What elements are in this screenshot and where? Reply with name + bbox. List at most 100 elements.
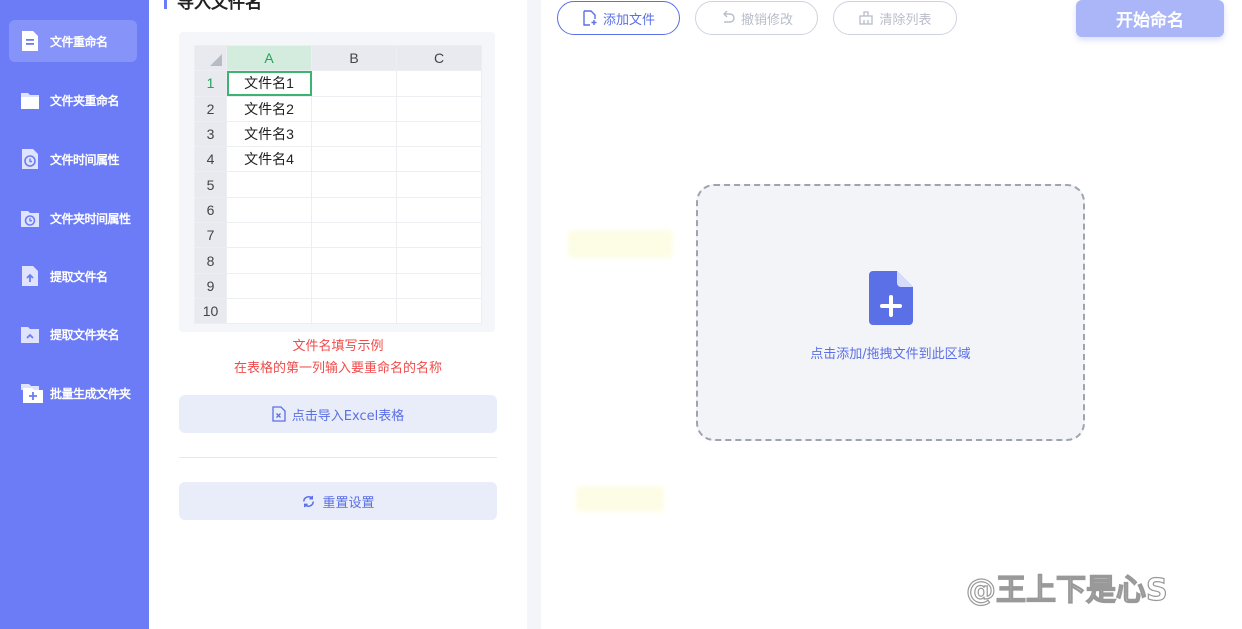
row-number: 6 [194,196,227,224]
watermark: @王上下是心S [965,572,1168,608]
sheet-cell [311,70,397,97]
sidebar-item-folder-time[interactable]: 文件夹时间属性 [9,197,137,239]
sheet-cell [226,196,312,224]
sidebar-item-folder-rename[interactable]: 文件夹重命名 [9,79,137,121]
sheet-cell [311,120,397,148]
row-number: 9 [194,272,227,299]
file-drop-zone[interactable]: 点击添加/拖拽文件到此区域 [696,184,1085,441]
reset-settings-label: 重置设置 [322,495,375,511]
sheet-cell: 文件名1 [226,70,312,97]
sidebar-item-label: 提取文件名 [50,269,108,284]
row-number: 4 [194,146,227,173]
sidebar-item-extract-foldername[interactable]: 提取文件夹名 [9,313,137,355]
table-row: 8 [194,247,482,274]
row-number: 5 [194,171,227,198]
blurred-region [576,486,664,512]
folder-clock-icon [21,211,39,227]
start-rename-button[interactable]: 开始命名 [1076,0,1224,37]
row-number: 8 [194,247,227,274]
sheet-cell [396,247,482,274]
sheet-table: A B C 1 文件名1 2 文件名2 3 文件名3 4 文件名4 5 6 7 … [194,44,482,325]
drop-zone-hint: 点击添加/拖拽文件到此区域 [810,347,971,362]
table-row: 1 文件名1 [194,70,482,97]
sheet-cell [396,272,482,299]
sheet-cell [396,196,482,224]
sidebar-item-label: 文件夹重命名 [50,93,120,108]
row-number: 7 [194,222,227,249]
file-add-icon [869,271,913,325]
folder-upload-icon [21,327,39,343]
table-row: 10 [194,297,482,325]
sheet-cell [226,297,312,325]
add-file-button[interactable]: 添加文件 [557,1,680,35]
sheet-cell: 文件名3 [226,120,312,148]
clear-list-button[interactable]: 清除列表 [833,1,957,35]
undo-changes-label: 撤销修改 [740,12,793,28]
table-row: 7 [194,222,482,249]
sheet-cell [311,247,397,274]
sheet-cell [396,70,482,97]
table-row: 6 [194,196,482,224]
row-number: 3 [194,120,227,148]
sidebar-item-label: 文件时间属性 [50,152,120,167]
undo-changes-button[interactable]: 撤销修改 [695,1,818,35]
hint-title: 文件名填写示例 [292,339,384,354]
table-row: 9 [194,272,482,299]
sheet-cell [311,95,397,122]
excel-file-icon [272,406,286,422]
sheet-cell [311,146,397,173]
sheet-cell [396,171,482,198]
sheet-cell [311,222,397,249]
sidebar-item-file-rename[interactable]: 文件重命名 [9,20,137,62]
sheet-cell [226,222,312,249]
document-icon [22,31,38,51]
hint-description: 在表格的第一列输入要重命名的名称 [233,361,442,376]
import-excel-label: 点击导入Excel表格 [291,408,405,424]
refresh-icon [303,495,315,507]
file-upload-icon [22,266,38,286]
file-clock-icon [22,149,38,169]
sidebar-item-label: 文件夹时间属性 [50,211,131,226]
column-header: B [311,44,397,72]
sidebar: 文件重命名 文件夹重命名 文件时间属性 文件夹时间属性 提取文件名 提取文件夹名… [0,0,149,629]
file-list-area: 添加文件 撤销修改 清除列表 开始命名 点击添加/拖拽文件到此区域 @王上下是心… [541,0,1242,629]
row-number: 1 [194,70,227,97]
sheet-cell [396,297,482,325]
sheet-cell [311,272,397,299]
sheet-cell: 文件名2 [226,95,312,122]
table-row: 2 文件名2 [194,95,482,122]
sidebar-item-batch-folders[interactable]: 批量生成文件夹 [9,372,137,414]
import-excel-button[interactable]: 点击导入Excel表格 [179,395,497,433]
table-row: 4 文件名4 [194,146,482,173]
clear-list-label: 清除列表 [879,12,932,28]
clear-list-icon [859,11,874,25]
folder-icon [21,93,39,109]
section-title: 导入文件名 [164,0,262,13]
sheet-header-row: A B C [194,44,482,72]
import-panel: 导入文件名 A B C 1 文件名1 2 文件名2 3 文件名3 4 文件名4 … [149,0,527,629]
sidebar-item-label: 文件重命名 [50,34,108,49]
row-number: 2 [194,95,227,122]
add-file-label: 添加文件 [602,12,655,28]
column-header: A [226,44,312,72]
sheet-cell [396,95,482,122]
sheet-cell [226,171,312,198]
divider [179,457,497,458]
sidebar-item-label: 批量生成文件夹 [50,386,131,401]
sidebar-item-file-time[interactable]: 文件时间属性 [9,138,137,180]
column-header: C [396,44,482,72]
sheet-cell [311,297,397,325]
reset-settings-button[interactable]: 重置设置 [179,482,497,520]
sidebar-item-extract-filename[interactable]: 提取文件名 [9,255,137,297]
sheet-cell [311,196,397,224]
table-row: 5 [194,171,482,198]
blurred-region [568,230,673,258]
sheet-cell [396,120,482,148]
sheet-example: A B C 1 文件名1 2 文件名2 3 文件名3 4 文件名4 5 6 7 … [179,32,495,332]
row-number: 10 [194,297,227,325]
sheet-cell: 文件名4 [226,146,312,173]
folder-plus-icon [21,384,43,403]
sheet-cell [226,272,312,299]
sheet-corner [194,44,227,72]
sheet-cell [396,222,482,249]
